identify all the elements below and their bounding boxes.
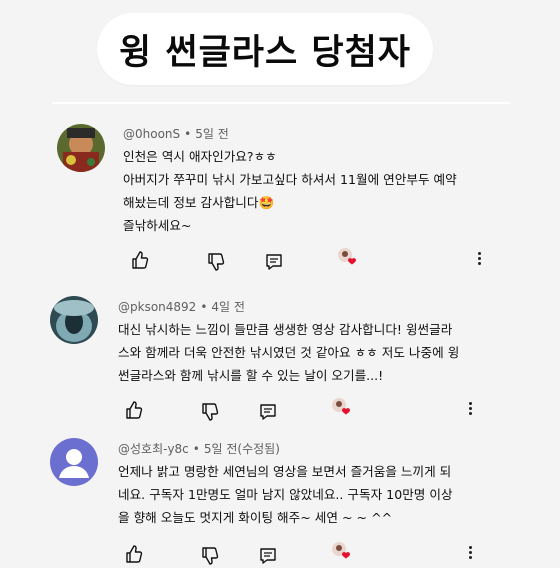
more-vert-icon[interactable]: [475, 250, 483, 270]
comment-actions: [124, 398, 484, 422]
comment-author[interactable]: @성호최-y8c: [118, 442, 189, 456]
comment-line: 대신 낚시하는 느낌이 들만큼 생생한 영상 감사합니다! 윙썬글라: [118, 322, 453, 337]
dislike-icon[interactable]: [200, 546, 220, 566]
comment-meta: @0hoonS • 5일 전: [123, 127, 229, 141]
like-icon[interactable]: [130, 250, 150, 270]
comment-actions: [124, 542, 484, 566]
comment-meta: @pkson4892 • 4일 전: [118, 300, 245, 314]
creator-heart-icon: [336, 246, 360, 270]
creator-heart-icon: [330, 540, 354, 564]
comment-line: 해놨는데 정보 감사합니다🤩: [123, 195, 275, 210]
comment-author[interactable]: @0hoonS: [123, 127, 180, 141]
comment-line: 즐낚하세요~: [123, 218, 192, 233]
comment-actions: [130, 248, 490, 272]
comment-line: 스와 함께라 더욱 안전한 낚시였던 것 같아요 ㅎㅎ 저도 나중에 윙: [118, 345, 460, 360]
comment-line: 언제나 밝고 명랑한 세연님의 영상을 보면서 즐거움을 느끼게 되: [118, 464, 452, 479]
reply-icon[interactable]: [258, 402, 278, 422]
comment-meta: @성호최-y8c • 5일 전(수정됨): [118, 442, 280, 456]
comment-time[interactable]: 5일 전(수정됨): [204, 442, 280, 456]
comment-author[interactable]: @pkson4892: [118, 300, 196, 314]
creator-heart-icon: [330, 396, 354, 420]
avatar[interactable]: [57, 124, 105, 172]
comment-line: 아버지가 쭈꾸미 낚시 가보고싶다 하셔서 11월에 연안부두 예약: [123, 172, 457, 187]
comment-line: 네요. 구독자 1만명도 얼마 남지 않았네요.. 구독자 10만명 이상: [118, 487, 453, 502]
dislike-icon[interactable]: [206, 252, 226, 272]
more-vert-icon[interactable]: [466, 400, 474, 420]
title-banner: 윙 썬글라스 당첨자: [97, 13, 433, 85]
avatar[interactable]: [50, 296, 98, 344]
like-icon[interactable]: [124, 400, 144, 420]
dislike-icon[interactable]: [200, 402, 220, 422]
comment-time[interactable]: 4일 전: [211, 300, 245, 314]
comment-text: 언제나 밝고 명랑한 세연님의 영상을 보면서 즐거움을 느끼게 되 네요. 구…: [118, 460, 453, 529]
divider: [52, 102, 510, 104]
like-icon[interactable]: [124, 544, 144, 564]
comment-line: 인천은 역시 애자인가요?ㅎㅎ: [123, 149, 277, 164]
comment-text: 대신 낚시하는 느낌이 들만큼 생생한 영상 감사합니다! 윙썬글라 스와 함께…: [118, 318, 459, 387]
comment-line: 썬글라스와 함께 낚시를 할 수 있는 날이 오기를...!: [118, 368, 384, 383]
more-vert-icon[interactable]: [466, 544, 474, 564]
comment-text: 인천은 역시 애자인가요?ㅎㅎ 아버지가 쭈꾸미 낚시 가보고싶다 하셔서 11…: [123, 145, 457, 237]
page-title: 윙 썬글라스 당첨자: [119, 32, 411, 73]
reply-icon[interactable]: [258, 546, 278, 566]
comment-line: 을 향해 오늘도 멋지게 화이팅 해주~ 세연 ~ ~ ^^: [118, 510, 393, 525]
reply-icon[interactable]: [264, 252, 284, 272]
comment-time[interactable]: 5일 전: [195, 127, 229, 141]
avatar[interactable]: [50, 438, 98, 486]
